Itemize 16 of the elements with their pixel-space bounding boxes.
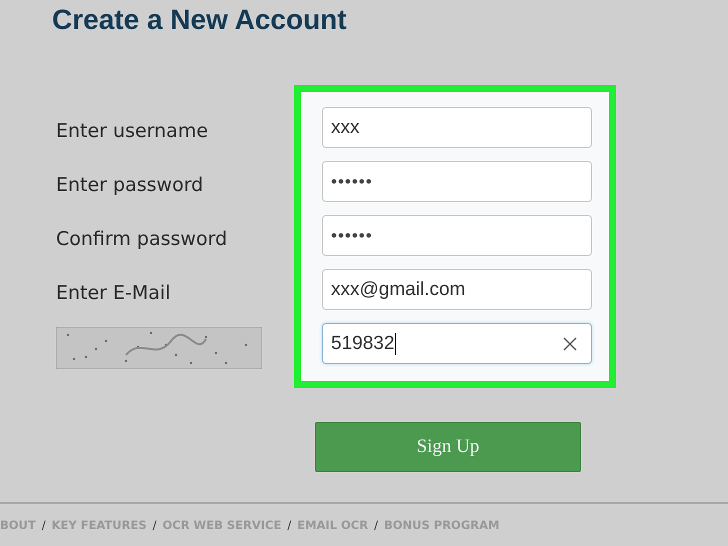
field-label: Enter username [56, 118, 208, 142]
field-label: Enter E-Mail [56, 280, 170, 304]
field-label: Enter password [56, 172, 204, 196]
separator: / [152, 518, 156, 532]
separator: / [374, 518, 378, 532]
field-label: Confirm password [56, 226, 228, 250]
password-field[interactable]: •••••• [322, 215, 592, 256]
page-title: Create a New Account [51, 3, 348, 37]
sign-up-button[interactable]: Sign Up [315, 422, 581, 472]
close-icon[interactable] [563, 336, 577, 350]
separator: / [287, 518, 292, 532]
password-field[interactable]: •••••• [322, 161, 592, 202]
separator: / [42, 518, 46, 532]
input-field[interactable]: xxx@gmail.com [322, 269, 592, 310]
input-field[interactable]: xxx [322, 107, 592, 148]
captcha-field[interactable]: 519832 [322, 323, 592, 364]
